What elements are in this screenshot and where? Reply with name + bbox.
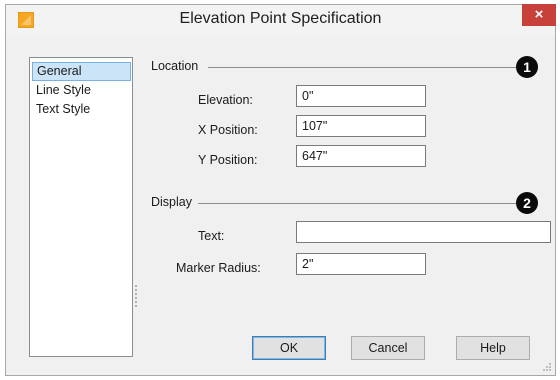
x-position-field[interactable]: 107" [296,115,426,137]
splitter-grip[interactable] [135,285,139,307]
location-heading: Location [151,59,199,73]
dialog-window: Elevation Point Specification × General … [5,4,556,376]
sidebar-item-text-style[interactable]: Text Style [32,100,131,119]
y-position-label: Y Position: [198,153,258,167]
marker-radius-label: Marker Radius: [176,261,261,275]
resize-grip-icon[interactable] [542,362,552,372]
display-heading: Display [151,195,192,209]
location-divider [208,67,516,68]
y-position-field[interactable]: 647" [296,145,426,167]
display-divider [198,203,516,204]
title-bar[interactable]: Elevation Point Specification × [6,4,556,35]
marker-radius-field[interactable]: 2" [296,253,426,275]
sidebar-item-line-style[interactable]: Line Style [32,81,131,100]
callout-badge-2: 2 [516,192,538,214]
text-field[interactable] [296,221,551,243]
elevation-label: Elevation: [198,93,253,107]
elevation-field[interactable]: 0" [296,85,426,107]
text-label: Text: [198,229,225,243]
ok-button[interactable]: OK [252,336,326,360]
cancel-button[interactable]: Cancel [351,336,425,360]
dialog-title: Elevation Point Specification [179,10,382,27]
callout-badge-1: 1 [516,56,538,78]
sidebar-item-general[interactable]: General [32,62,131,81]
x-position-label: X Position: [198,123,258,137]
close-button[interactable]: × [522,4,556,26]
category-list: General Line Style Text Style [29,57,133,357]
help-button[interactable]: Help [456,336,530,360]
